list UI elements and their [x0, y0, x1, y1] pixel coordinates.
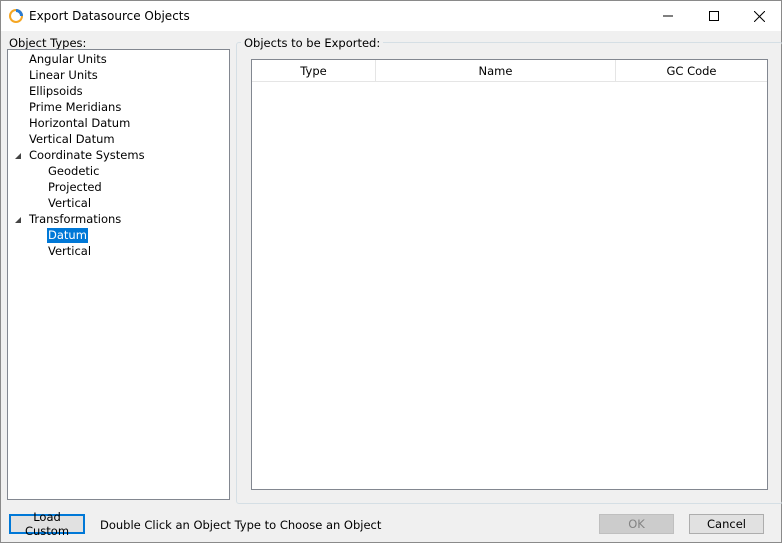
maximize-button[interactable] [691, 1, 737, 31]
object-types-label: Object Types: [9, 36, 87, 50]
tree-item[interactable]: Vertical [47, 196, 92, 211]
minimize-icon [663, 15, 673, 17]
tree-item[interactable]: Vertical Datum [28, 132, 116, 147]
tree-item[interactable]: Angular Units [28, 52, 108, 67]
column-header-name[interactable]: Name [376, 60, 616, 81]
cancel-button[interactable]: Cancel [689, 514, 764, 534]
export-dialog: Export Datasource Objects Object Types: … [0, 0, 782, 543]
tree-item[interactable]: Coordinate Systems [28, 148, 146, 163]
maximize-icon [709, 11, 719, 21]
window-title: Export Datasource Objects [29, 9, 190, 23]
app-logo-icon [9, 9, 23, 23]
hint-text: Double Click an Object Type to Choose an… [100, 518, 382, 532]
title-bar: Export Datasource Objects [1, 1, 781, 31]
close-button[interactable] [736, 1, 782, 31]
objects-to-export-label: Objects to be Exported: [241, 36, 384, 50]
tree-item[interactable]: Transformations [28, 212, 122, 227]
tree-item[interactable]: Ellipsoids [28, 84, 84, 99]
tree-item[interactable]: Geodetic [47, 164, 100, 179]
tree-item[interactable]: Horizontal Datum [28, 116, 131, 131]
tree-item[interactable]: Projected [47, 180, 103, 195]
tree-item[interactable]: Datum [47, 228, 88, 243]
tree-item[interactable]: Vertical [47, 244, 92, 259]
expander-arrow-icon[interactable] [13, 215, 23, 225]
close-icon [753, 10, 765, 22]
list-header: Type Name GC Code [252, 60, 767, 82]
column-header-type[interactable]: Type [252, 60, 376, 81]
objects-to-export-list[interactable]: Type Name GC Code [251, 59, 768, 490]
ok-button[interactable]: OK [599, 514, 674, 534]
minimize-button[interactable] [645, 1, 691, 31]
load-custom-button[interactable]: Load Custom [9, 510, 85, 538]
tree-item[interactable]: Prime Meridians [28, 100, 122, 115]
column-header-gc-code[interactable]: GC Code [616, 60, 767, 81]
object-types-tree[interactable]: Angular Units Linear Units Ellipsoids Prime… [7, 49, 230, 500]
expander-arrow-icon[interactable] [13, 151, 23, 161]
tree-item[interactable]: Linear Units [28, 68, 99, 83]
